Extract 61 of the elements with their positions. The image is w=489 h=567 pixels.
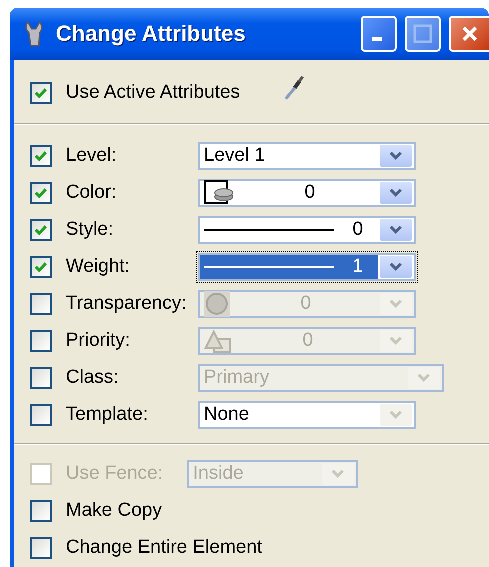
- checkbox-label: Transparency:: [66, 292, 187, 314]
- chevron-down-icon: [389, 298, 403, 308]
- checkbox-label: Style:: [66, 218, 114, 240]
- checkmark-icon: [34, 260, 48, 274]
- wrench-icon: [24, 20, 44, 48]
- chevron-down-icon: [417, 372, 431, 382]
- maximize-button[interactable]: [405, 16, 441, 52]
- checkmark-icon: [34, 222, 48, 236]
- checkbox-label: Class:: [66, 366, 119, 388]
- chevron-down-icon: [389, 224, 403, 234]
- checkbox-label: Change Entire Element: [66, 536, 262, 558]
- dropdown-value: 0: [304, 182, 316, 204]
- dropdown[interactable]: 0: [198, 178, 416, 206]
- checkbox-label: Make Copy: [66, 500, 162, 522]
- circle-icon: [204, 290, 230, 316]
- chevron-down-icon: [389, 336, 403, 346]
- dropdown[interactable]: Level 1: [198, 142, 416, 170]
- checkmark-icon: [34, 148, 48, 162]
- dropdown-value: 0: [300, 292, 312, 314]
- checkbox[interactable]: [30, 182, 52, 204]
- checkbox[interactable]: [30, 218, 52, 240]
- checkbox-label: Color:: [66, 182, 117, 204]
- dropdown-value: Inside: [193, 462, 244, 484]
- checkbox-label: Weight:: [66, 256, 130, 278]
- checkmark-icon: [34, 86, 48, 100]
- chevron-down-icon: [389, 150, 403, 160]
- dropdown-value: 0: [302, 330, 314, 352]
- dropdown[interactable]: 0: [198, 216, 416, 244]
- maximize-icon: [413, 24, 433, 44]
- checkbox-label: Priority:: [66, 330, 130, 352]
- checkbox[interactable]: [30, 404, 52, 426]
- dropdown[interactable]: None: [198, 400, 416, 428]
- minimize-icon: [372, 37, 382, 41]
- checkmark-icon: [34, 186, 48, 200]
- dropdown-value: 0: [352, 218, 364, 240]
- checkbox-label: Use Fence:: [66, 462, 164, 484]
- dropdown-value: Level 1: [204, 144, 266, 166]
- close-icon: [461, 25, 479, 43]
- chevron-down-icon: [389, 410, 403, 420]
- line-sample-icon: [204, 228, 334, 232]
- checkbox[interactable]: [30, 82, 52, 104]
- checkbox-label: Template:: [66, 404, 148, 426]
- checkbox[interactable]: [30, 536, 52, 558]
- dropdown-value: 1: [352, 256, 364, 278]
- checkbox[interactable]: [30, 144, 52, 166]
- line-sample-icon: [204, 264, 334, 268]
- chevron-down-icon: [389, 262, 403, 272]
- chevron-down-icon: [331, 468, 346, 478]
- dropdown[interactable]: 1: [198, 252, 416, 280]
- checkbox-label: Level:: [66, 144, 117, 166]
- checkbox[interactable]: [30, 256, 52, 278]
- eyedropper-icon[interactable]: [284, 74, 306, 100]
- shapes-icon: [204, 328, 234, 354]
- checkbox-label: Use Active Attributes: [66, 82, 240, 104]
- checkbox[interactable]: [30, 500, 52, 522]
- chevron-down-icon: [389, 188, 403, 198]
- dropdown-value: None: [204, 404, 250, 426]
- dropdown-value: Primary: [204, 366, 270, 388]
- close-button[interactable]: [449, 16, 489, 52]
- minimize-button[interactable]: [361, 16, 397, 52]
- window-title: Change Attributes: [56, 21, 247, 47]
